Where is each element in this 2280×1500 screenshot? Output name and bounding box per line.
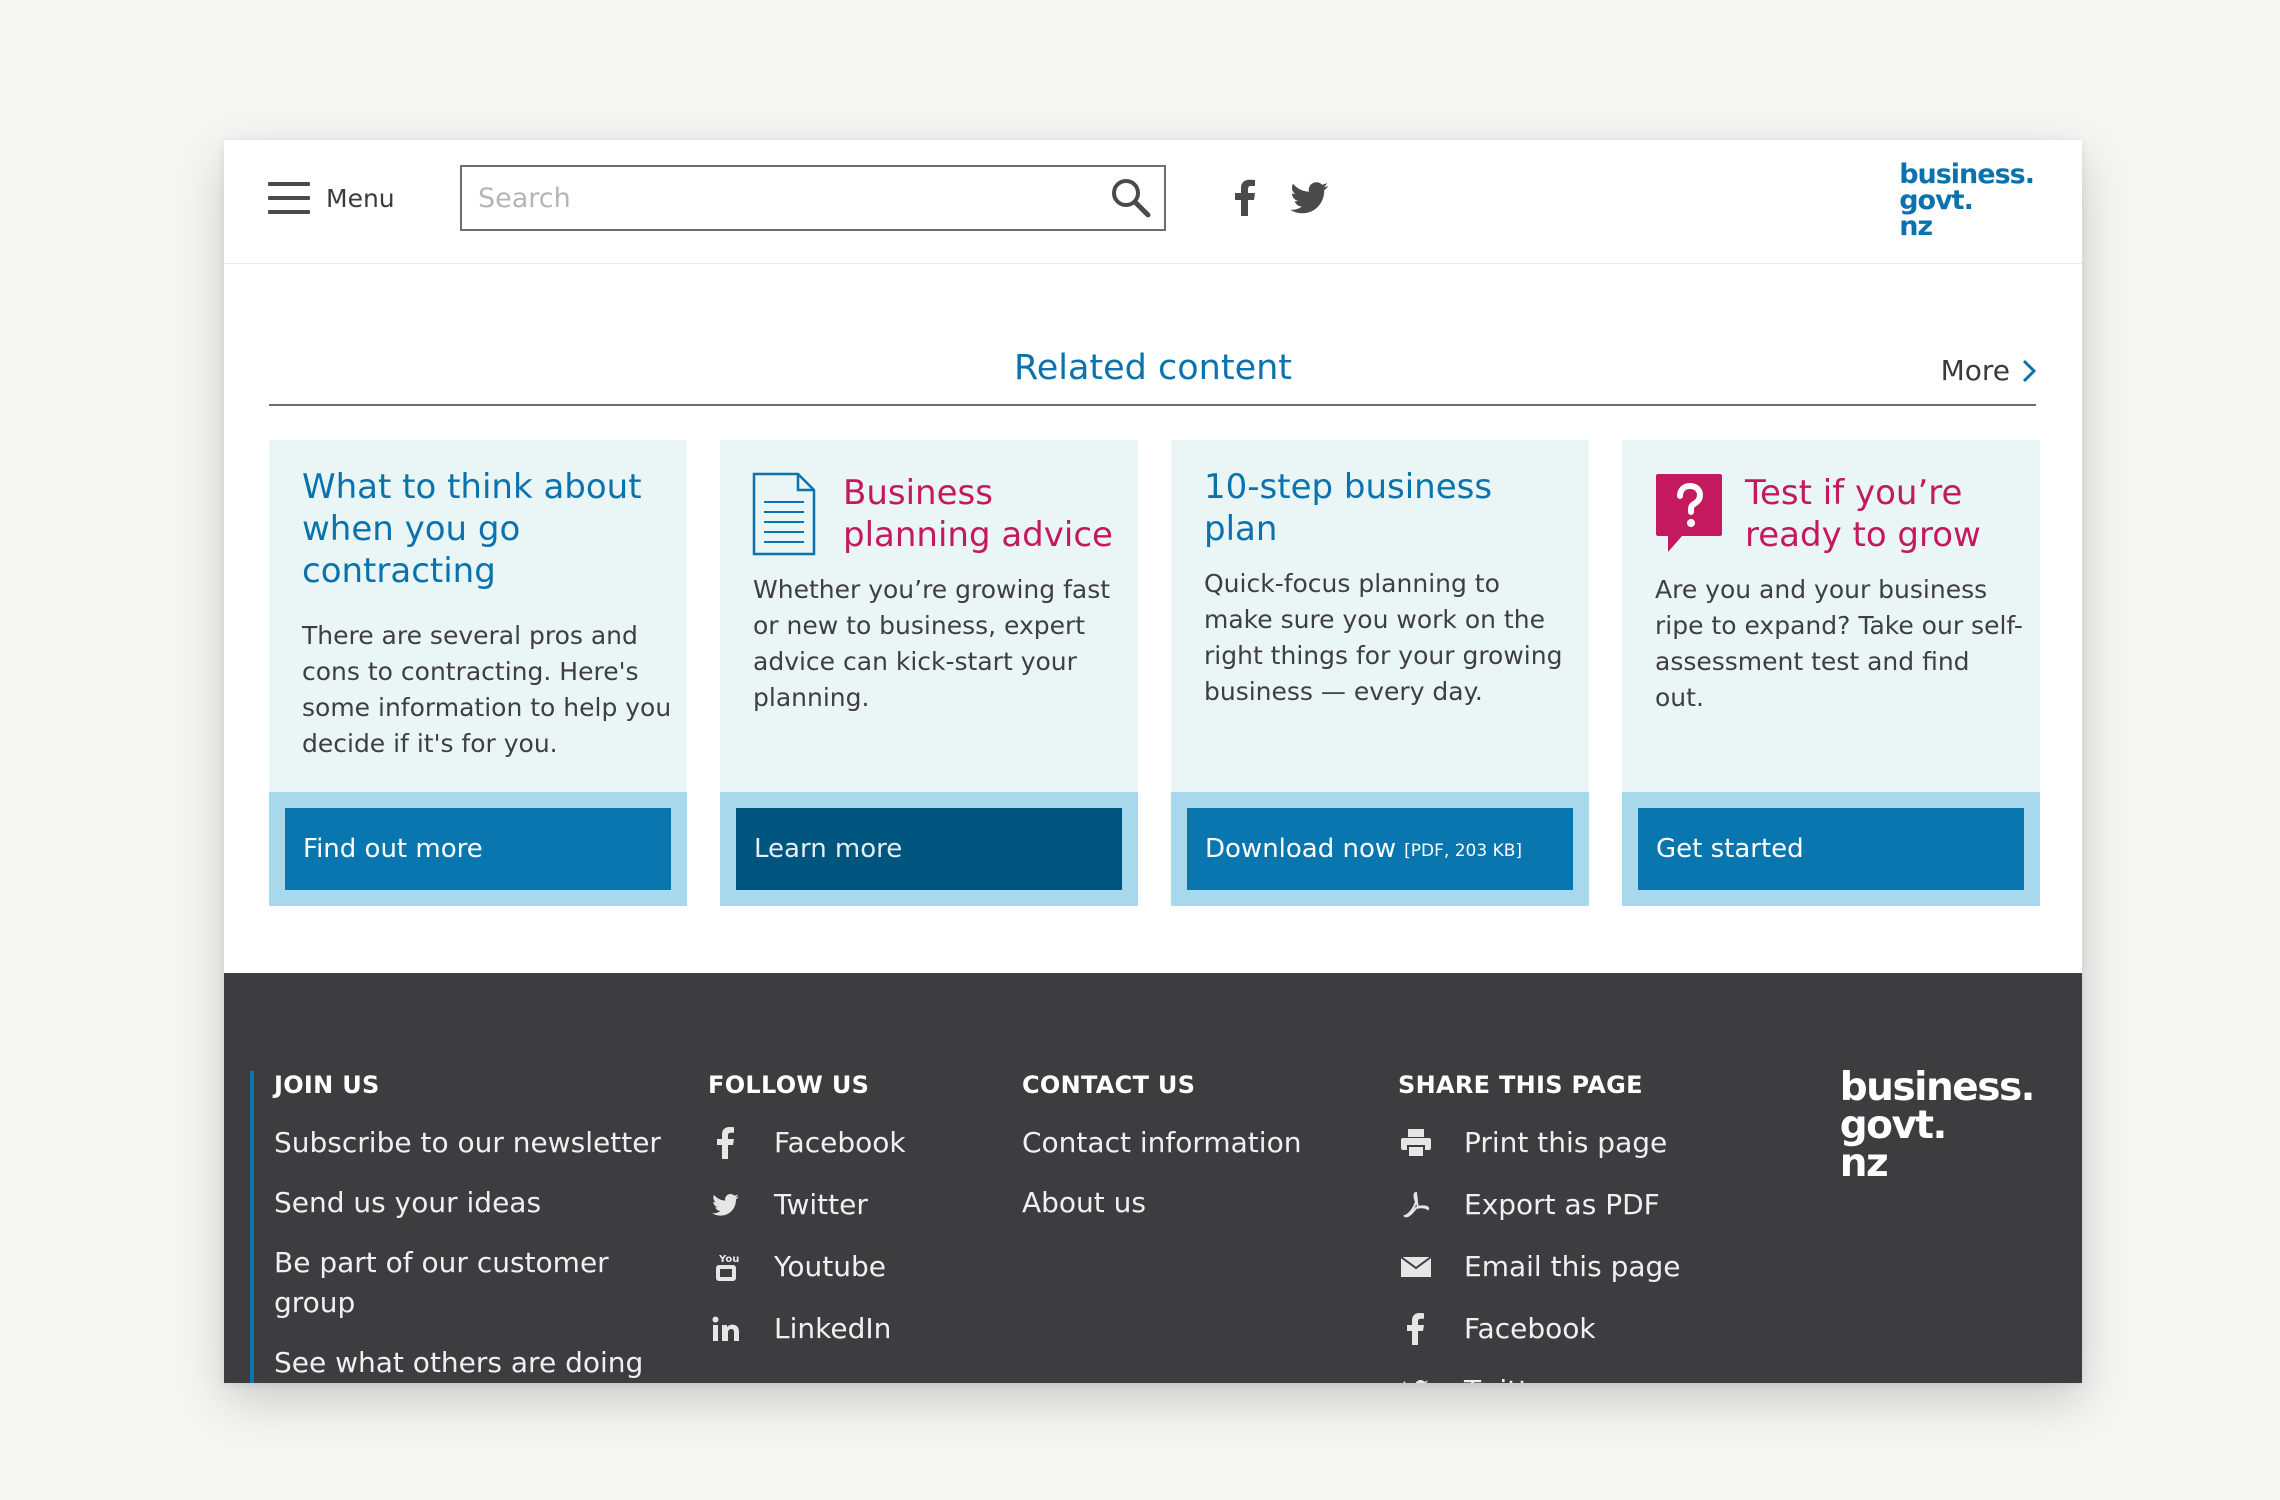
search-input[interactable] — [462, 167, 1102, 229]
learn-more-button[interactable]: Learn more — [736, 808, 1122, 890]
link-label: Print this page — [1464, 1126, 1668, 1159]
link-label: Twitter — [774, 1188, 868, 1221]
menu-button[interactable]: Menu — [268, 178, 395, 218]
footer-link[interactable]: See what others are doing — [274, 1343, 674, 1383]
link-label: Youtube — [774, 1250, 886, 1283]
find-out-more-button[interactable]: Find out more — [285, 808, 671, 890]
related-card: 10-step business plan Quick-focus planni… — [1171, 440, 1589, 906]
document-icon — [752, 472, 816, 556]
email-page-link[interactable]: Email this page — [1398, 1247, 1738, 1287]
browser-page: Menu business. govt. nz Related content … — [224, 140, 2082, 1383]
button-label: Find out more — [303, 834, 483, 864]
get-started-button[interactable]: Get started — [1638, 808, 2024, 890]
link-label: Twitter — [1464, 1371, 1558, 1383]
download-now-button[interactable]: Download now [PDF, 203 KB] — [1187, 808, 1573, 890]
card-title[interactable]: 10-step business plan — [1204, 466, 1534, 550]
link-label: Facebook — [1464, 1312, 1596, 1345]
card-description: Whether you’re growing fast or new to bu… — [753, 575, 1111, 712]
twitter-icon[interactable] — [1288, 178, 1332, 218]
footer-heading: SHARE THIS PAGE — [1398, 1071, 1643, 1099]
button-label: Get started — [1656, 834, 1804, 864]
button-label: Learn more — [754, 834, 903, 864]
logo-line: govt. — [1839, 1103, 1948, 1148]
footer-link[interactable]: About us — [1022, 1183, 1342, 1223]
footer-link[interactable]: Be part of our customer group — [274, 1243, 674, 1323]
linkedin-icon — [708, 1311, 744, 1347]
footer-linkedin-link[interactable]: LinkedIn — [708, 1309, 968, 1349]
card-title[interactable]: Test if you’re ready to grow — [1745, 472, 2025, 556]
hamburger-icon — [268, 180, 310, 216]
logo-line: nz — [1839, 1141, 1889, 1186]
site-footer: JOIN US Subscribe to our newsletter Send… — [224, 973, 2082, 1383]
search-box — [460, 165, 1166, 231]
printer-icon — [1398, 1125, 1434, 1161]
footer-youtube-link[interactable]: You Youtube — [708, 1247, 968, 1287]
link-label: LinkedIn — [774, 1312, 892, 1345]
more-label: More — [1940, 354, 2010, 387]
card-description: Are you and your business ripe to expand… — [1655, 575, 2023, 712]
related-card: Test if you’re ready to grow Are you and… — [1622, 440, 2040, 906]
footer-share-column: SHARE THIS PAGE Print this page Export a… — [1398, 1071, 1738, 1383]
facebook-icon — [1398, 1311, 1434, 1347]
export-pdf-link[interactable]: Export as PDF — [1398, 1185, 1738, 1225]
menu-label: Menu — [326, 183, 395, 213]
share-facebook-link[interactable]: Facebook — [1398, 1309, 1738, 1349]
share-twitter-link[interactable]: Twitter — [1398, 1371, 1738, 1383]
card-description: There are several pros and cons to contr… — [302, 621, 672, 758]
twitter-icon — [1398, 1373, 1434, 1383]
footer-link[interactable]: Contact information — [1022, 1123, 1342, 1163]
related-content-heading: Related content — [1013, 348, 1293, 388]
footer-link[interactable]: Subscribe to our newsletter — [274, 1123, 674, 1163]
footer-contact-column: CONTACT US Contact information About us — [1022, 1071, 1342, 1243]
card-title[interactable]: Business planning advice — [843, 472, 1123, 556]
card-description: Quick-focus planning to make sure you wo… — [1204, 569, 1563, 706]
footer-heading: CONTACT US — [1022, 1071, 1196, 1099]
card-footer: Learn more — [720, 792, 1138, 906]
footer-heading: FOLLOW US — [708, 1071, 870, 1099]
footer-accent-bar — [250, 1071, 254, 1383]
file-size-note: [PDF, 203 KB] — [1404, 841, 1523, 861]
related-card: Business planning advice Whether you’re … — [720, 440, 1138, 906]
site-header: Menu business. govt. nz — [224, 140, 2082, 264]
youtube-icon: You — [708, 1249, 744, 1285]
footer-facebook-link[interactable]: Facebook — [708, 1123, 968, 1163]
button-label: Download now — [1205, 834, 1397, 864]
card-footer: Find out more — [269, 792, 687, 906]
twitter-icon — [708, 1187, 744, 1223]
footer-twitter-link[interactable]: Twitter — [708, 1185, 968, 1225]
envelope-icon — [1398, 1249, 1434, 1285]
site-logo[interactable]: business. govt. nz — [1899, 161, 2035, 242]
footer-join-column: JOIN US Subscribe to our newsletter Send… — [274, 1071, 674, 1383]
footer-heading: JOIN US — [274, 1071, 380, 1099]
link-label: Export as PDF — [1464, 1188, 1660, 1221]
card-title[interactable]: What to think about when you go contract… — [302, 466, 662, 592]
pdf-icon — [1398, 1187, 1434, 1223]
link-label: Facebook — [774, 1126, 906, 1159]
card-footer: Get started — [1622, 792, 2040, 906]
related-card: What to think about when you go contract… — [269, 440, 687, 906]
link-label: Email this page — [1464, 1250, 1681, 1283]
section-divider — [269, 404, 2036, 406]
facebook-icon[interactable] — [1224, 176, 1268, 220]
facebook-icon — [708, 1125, 744, 1161]
chevron-right-icon — [2022, 359, 2036, 382]
more-link[interactable]: More — [1941, 354, 2036, 387]
footer-follow-column: FOLLOW US Facebook Twitter You Youtube L… — [708, 1071, 968, 1371]
card-footer: Download now [PDF, 203 KB] — [1171, 792, 1589, 906]
svg-text:You: You — [718, 1254, 739, 1265]
print-page-link[interactable]: Print this page — [1398, 1123, 1738, 1163]
footer-link[interactable]: Send us your ideas — [274, 1183, 674, 1223]
logo-line: business. — [1839, 1065, 2036, 1110]
search-icon[interactable] — [1110, 177, 1152, 219]
footer-logo[interactable]: business. govt. nz — [1839, 1065, 2036, 1186]
question-icon — [1656, 474, 1722, 552]
logo-line: nz — [1899, 211, 1933, 242]
